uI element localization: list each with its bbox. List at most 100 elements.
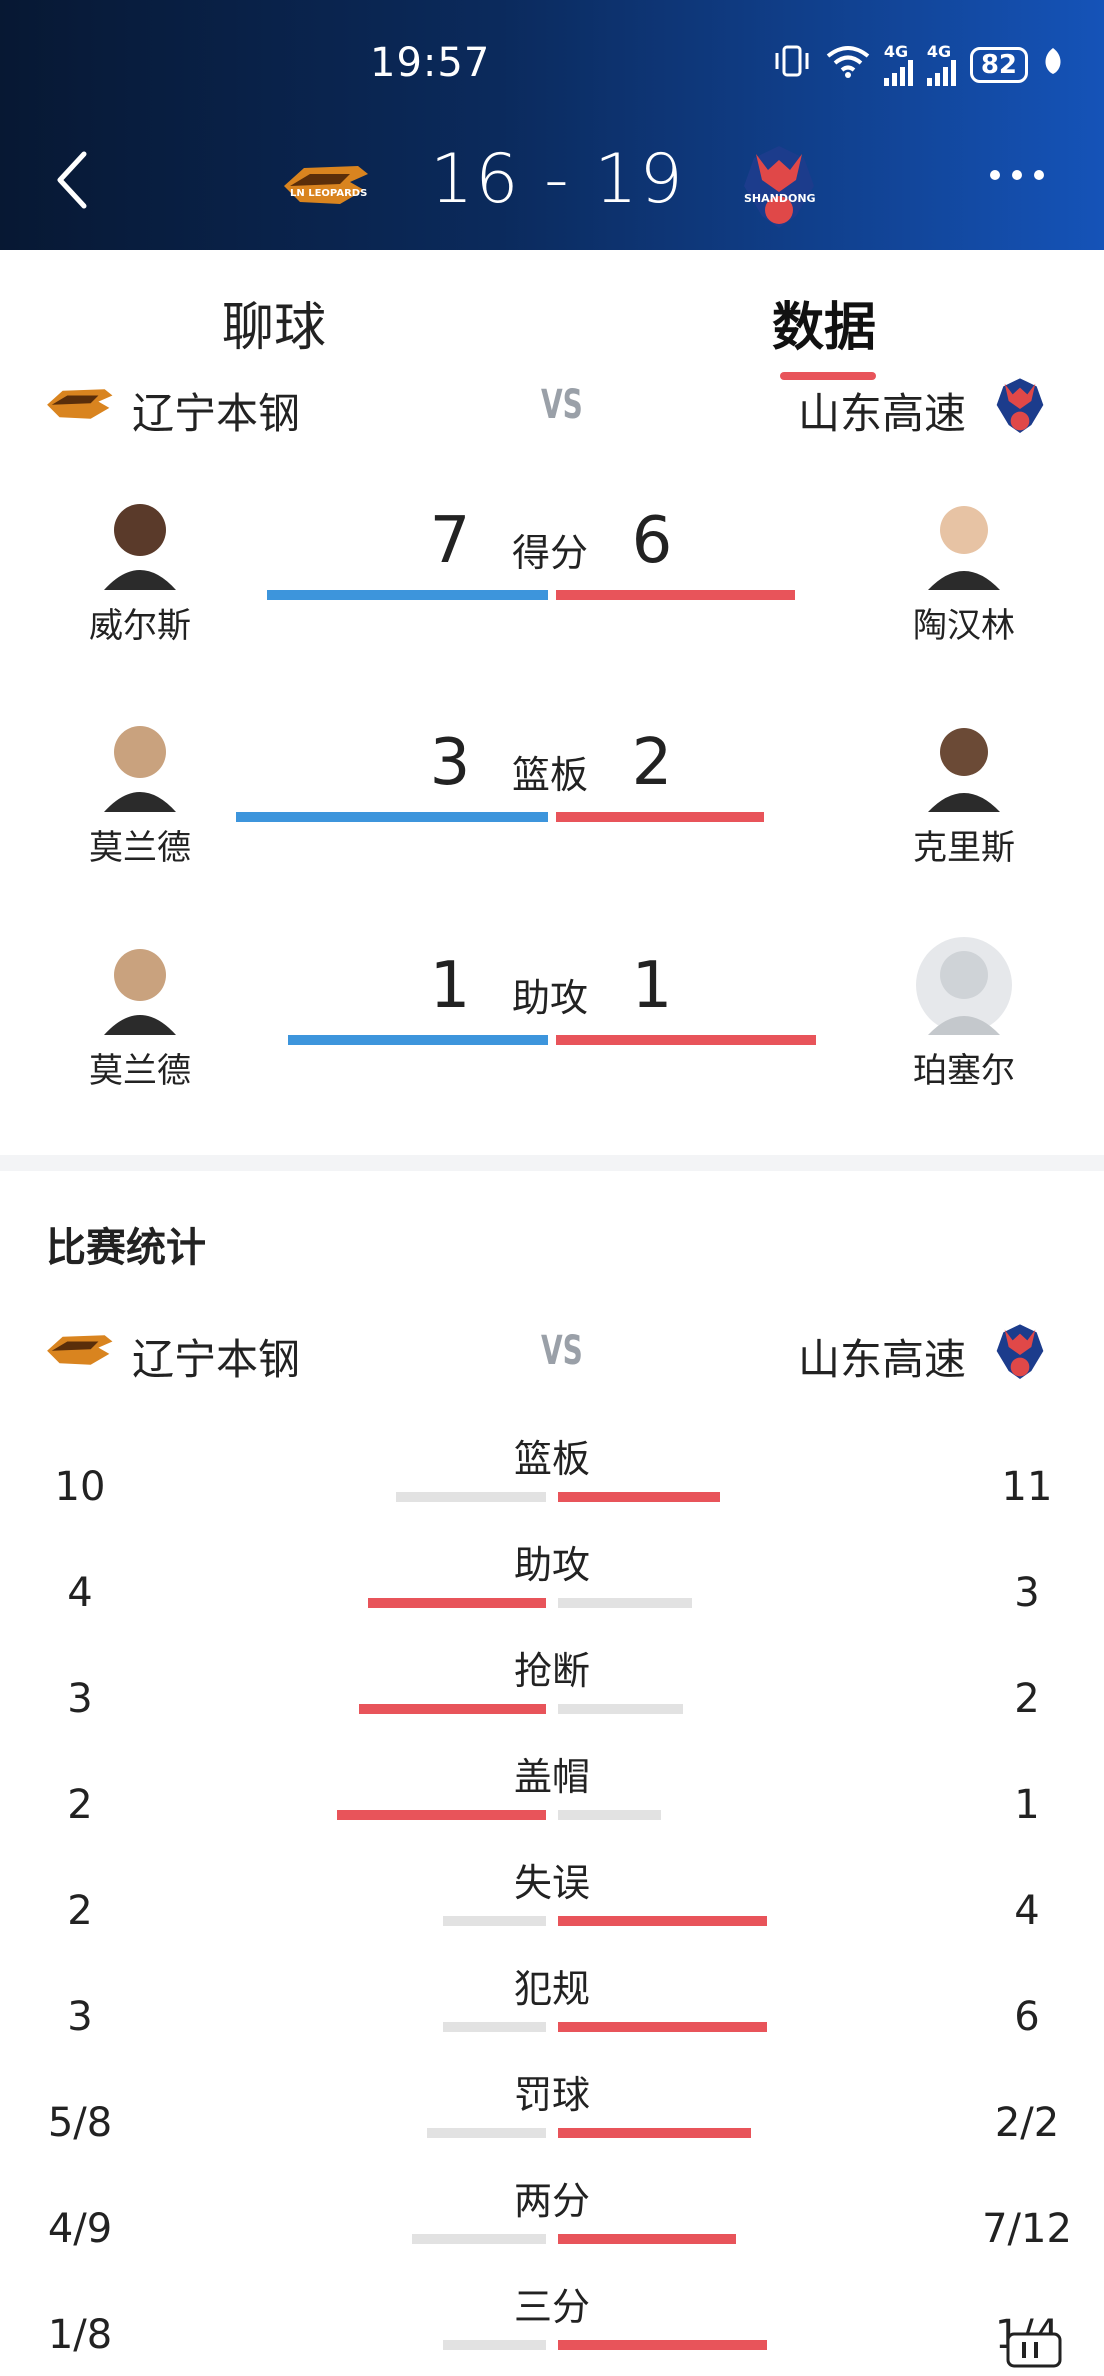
stat-category: 三分 [513, 2285, 590, 2329]
away-leader-bar [556, 1035, 816, 1045]
home-logo-text: LN LEOPARDS [290, 188, 367, 199]
stat-row: 三分1/81/4 [0, 2276, 1104, 2376]
away-stat-value: 2/2 [994, 2100, 1060, 2146]
leaders-team-row: 辽宁本钢 VS 山东高速 [0, 370, 1104, 440]
leader-category: 得分 [511, 531, 588, 575]
home-stat-bar [337, 1810, 546, 1820]
home-player-avatar [90, 935, 190, 1035]
away-team-name: 山东高速 [798, 1335, 967, 1384]
tab-bar: 聊球 数据 [0, 250, 1104, 380]
stat-row: 助攻 4 3 [0, 1534, 1104, 1640]
away-stat-bar [558, 2234, 736, 2244]
away-leader-value: 1 [631, 949, 673, 1023]
net2-label: 4G [926, 42, 952, 61]
away-stat-bar [558, 2340, 767, 2350]
home-stat-bar [443, 2022, 546, 2032]
stat-row: 犯规 3 6 [0, 1958, 1104, 2064]
away-player-avatar [914, 935, 1014, 1035]
stat-category: 篮板 [513, 1437, 590, 1481]
away-stat-value: 6 [1014, 1994, 1040, 2040]
stats-section-title: 比赛统计 [46, 1225, 206, 1271]
stat-category: 罚球 [513, 2073, 590, 2117]
home-stat-bar [443, 1916, 546, 1926]
away-player-name: 克里斯 [913, 828, 1015, 868]
away-team-logo-small [990, 1320, 1050, 1388]
stat-row: 抢断 3 2 [0, 1640, 1104, 1746]
vs-label: VS [540, 382, 583, 428]
stat-category: 犯规 [513, 1967, 590, 2011]
leader-category: 篮板 [511, 753, 588, 797]
home-stat-bar [412, 2234, 546, 2244]
home-stat-bar [443, 2340, 546, 2350]
home-leader-bar [236, 812, 548, 822]
home-team-name: 辽宁本钢 [132, 389, 301, 438]
home-stat-value: 3 [67, 1676, 93, 1722]
away-stat-bar [558, 2022, 767, 2032]
status-icons: 4G 4G 82 [772, 44, 1064, 86]
home-stat-bar [359, 1704, 546, 1714]
leader-row[interactable]: 威尔斯 7 得分 6 陶汉林 [0, 490, 1104, 690]
stat-category: 助攻 [513, 1543, 590, 1587]
leader-row[interactable]: 莫兰德 1 助攻 1 珀塞尔 [0, 935, 1104, 1135]
home-leader-value: 1 [429, 949, 471, 1023]
tab-data[interactable]: 数据 [772, 285, 876, 360]
home-stat-value: 1/8 [47, 2312, 113, 2358]
away-player-avatar [914, 490, 1014, 590]
away-stat-value: 1 [1014, 1782, 1040, 1828]
away-stat-value: 11 [1001, 1464, 1053, 1510]
wifi-icon [826, 44, 870, 86]
leaf-icon [1042, 46, 1064, 84]
home-stat-bar [396, 1492, 546, 1502]
home-stat-bar [427, 2128, 546, 2138]
more-icon[interactable] [990, 170, 1044, 180]
back-icon[interactable] [52, 150, 92, 210]
away-stat-value: 3 [1014, 1570, 1040, 1616]
floating-button[interactable] [1004, 2330, 1064, 2370]
away-player-avatar [914, 712, 1014, 812]
home-stat-value: 2 [67, 1888, 93, 1934]
home-stat-bar [368, 1598, 546, 1608]
away-stat-bar [558, 1810, 661, 1820]
home-team-logo: LN LEOPARDS [280, 160, 370, 214]
leader-category: 助攻 [511, 976, 588, 1020]
stat-category: 两分 [513, 2179, 590, 2223]
home-team-logo-small [44, 1330, 114, 1374]
signal-1-icon: 4G [883, 42, 913, 86]
battery-icon: 82 [969, 47, 1028, 83]
stat-row: 两分 4/9 7/12 [0, 2170, 1104, 2276]
home-leader-value: 7 [429, 504, 471, 578]
stat-row: 罚球 5/8 2/2 [0, 2064, 1104, 2170]
away-stat-bar [558, 1704, 683, 1714]
home-stat-value: 3 [67, 1994, 93, 2040]
home-player-name: 莫兰德 [89, 1051, 191, 1091]
away-leader-value: 2 [631, 726, 673, 800]
net1-label: 4G [883, 42, 909, 61]
away-stat-bar [558, 2128, 751, 2138]
stat-row: 盖帽 2 1 [0, 1746, 1104, 1852]
home-player-name: 莫兰德 [89, 828, 191, 868]
home-stat-value: 4 [67, 1570, 93, 1616]
stat-row: 篮板 10 11 [0, 1428, 1104, 1534]
stat-category: 盖帽 [513, 1755, 590, 1799]
home-team-name: 辽宁本钢 [132, 1335, 301, 1384]
home-team-logo-small [44, 384, 114, 428]
battery-level: 82 [980, 50, 1017, 80]
away-stat-value: 4 [1014, 1888, 1040, 1934]
away-team-logo: SHANDONG [734, 140, 824, 239]
away-stat-value: 2 [1014, 1676, 1040, 1722]
tab-chat[interactable]: 聊球 [222, 285, 326, 360]
home-leader-value: 3 [429, 726, 471, 800]
home-stat-value: 4/9 [47, 2206, 113, 2252]
away-stat-value: 7/12 [982, 2206, 1072, 2252]
stat-row: 失误 2 4 [0, 1852, 1104, 1958]
leader-row[interactable]: 莫兰德 3 篮板 2 克里斯 [0, 712, 1104, 912]
away-leader-value: 6 [631, 504, 673, 578]
home-player-avatar [90, 712, 190, 812]
section-divider [0, 1155, 1104, 1171]
app-root: { "status_bar": {"time": "19:57", "batte… [0, 0, 1104, 2376]
away-leader-bar [556, 590, 795, 600]
stat-category: 抢断 [513, 1649, 590, 1693]
signal-2-icon: 4G [926, 42, 956, 86]
game-header: 19:57 4G 4G 82 LN LEOPARDS 16 - 19 SHAND… [0, 0, 1104, 250]
away-player-name: 陶汉林 [913, 606, 1015, 646]
